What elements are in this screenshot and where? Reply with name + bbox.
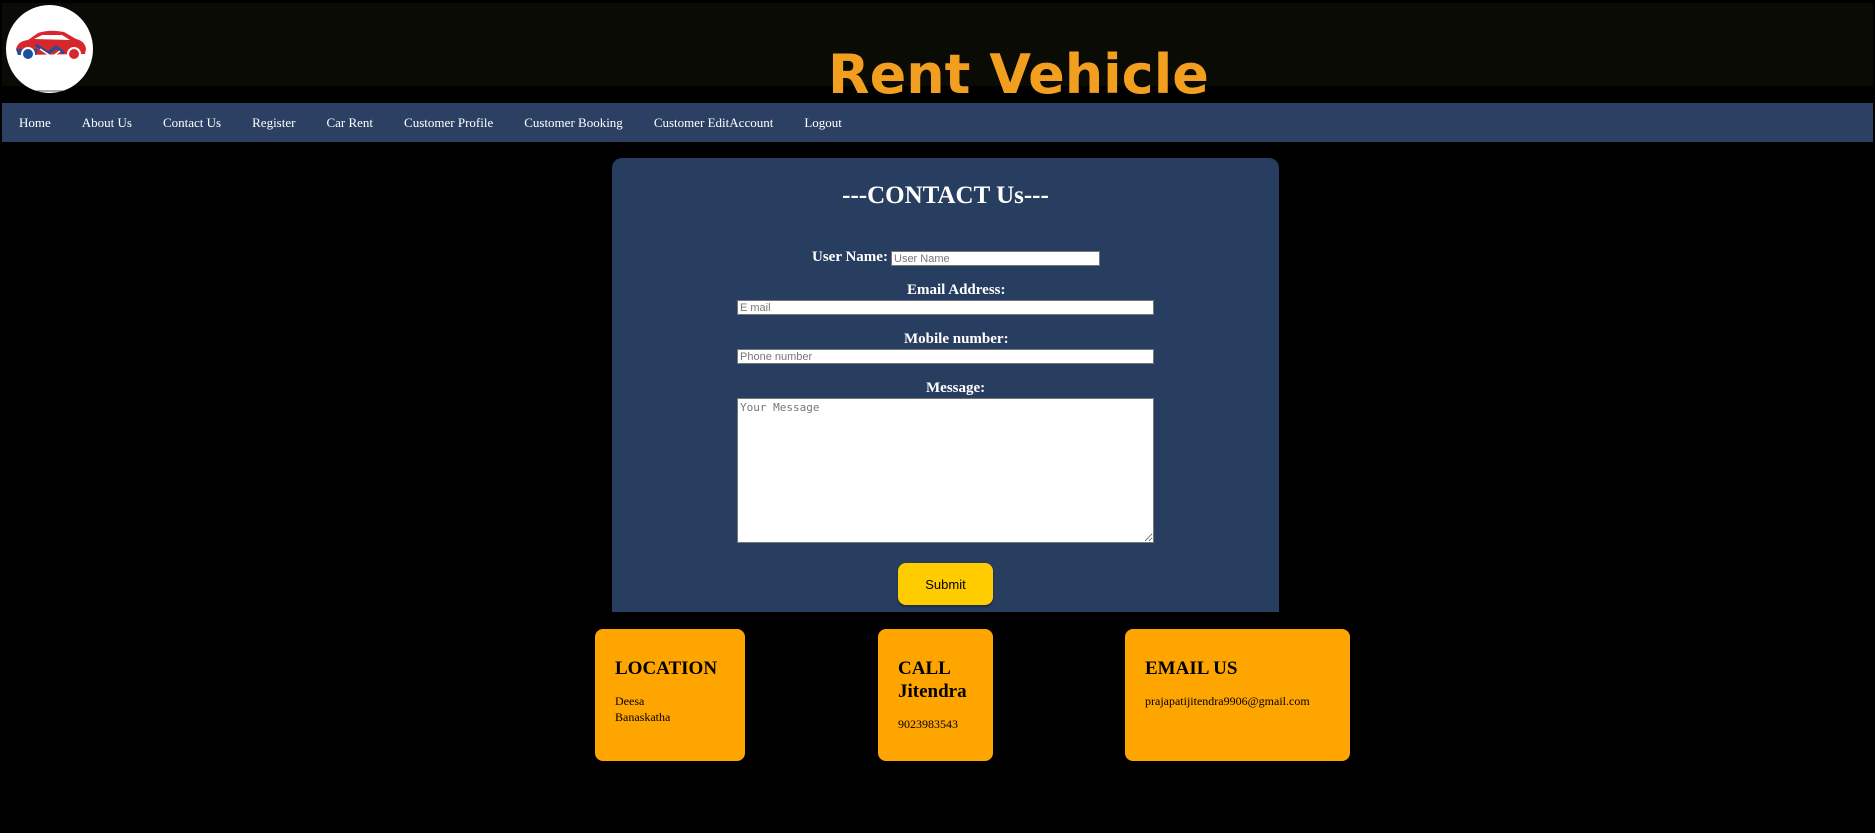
location-title: LOCATION bbox=[615, 658, 718, 679]
location-city: Deesa bbox=[615, 694, 645, 708]
location-text: Deesa Banaskatha bbox=[615, 693, 725, 725]
nav-about-us[interactable]: About Us bbox=[82, 115, 132, 131]
nav-car-rent[interactable]: Car Rent bbox=[326, 115, 373, 131]
message-textarea[interactable] bbox=[737, 398, 1154, 543]
call-title: CALL Jitendra bbox=[898, 657, 973, 703]
nav-home[interactable]: Home bbox=[19, 115, 51, 131]
call-card: CALL Jitendra 9023983543 bbox=[878, 629, 993, 761]
username-input[interactable] bbox=[891, 251, 1100, 266]
call-title-line1: CALL bbox=[898, 658, 951, 679]
email-title: EMAIL US bbox=[1145, 658, 1238, 679]
nav-contact-us[interactable]: Contact Us bbox=[163, 115, 221, 131]
email-label: Email Address: bbox=[907, 282, 1006, 298]
contact-title: ---CONTACT Us--- bbox=[842, 182, 1049, 209]
nav-logout[interactable]: Logout bbox=[804, 115, 842, 131]
message-label: Message: bbox=[926, 380, 986, 396]
call-phone: 9023983543 bbox=[898, 717, 958, 731]
email-card: EMAIL US prajapatijitendra9906@gmail.com bbox=[1125, 629, 1350, 761]
nav-customer-profile[interactable]: Customer Profile bbox=[404, 115, 493, 131]
call-name: Jitendra bbox=[898, 681, 967, 702]
page: Rent Vehicle Home About Us Contact Us Re… bbox=[0, 0, 1875, 833]
email-address: prajapatijitendra9906@gmail.com bbox=[1145, 694, 1310, 708]
email-input[interactable] bbox=[737, 300, 1154, 315]
username-label: User Name: bbox=[812, 249, 888, 265]
submit-button[interactable]: Submit bbox=[898, 563, 993, 605]
logo[interactable] bbox=[6, 5, 93, 93]
mobile-label: Mobile number: bbox=[904, 331, 1009, 347]
handshake-car-logo-icon bbox=[16, 30, 86, 92]
contact-form: ---CONTACT Us--- User Name: Email Addres… bbox=[612, 158, 1279, 612]
nav-register[interactable]: Register bbox=[252, 115, 295, 131]
nav-customer-edit-account[interactable]: Customer EditAccount bbox=[654, 115, 774, 131]
mobile-input[interactable] bbox=[737, 349, 1154, 364]
location-district: Banaskatha bbox=[615, 710, 671, 724]
site-title: Rent Vehicle bbox=[828, 43, 1209, 106]
location-card: LOCATION Deesa Banaskatha bbox=[595, 629, 745, 761]
nav-customer-booking[interactable]: Customer Booking bbox=[524, 115, 623, 131]
